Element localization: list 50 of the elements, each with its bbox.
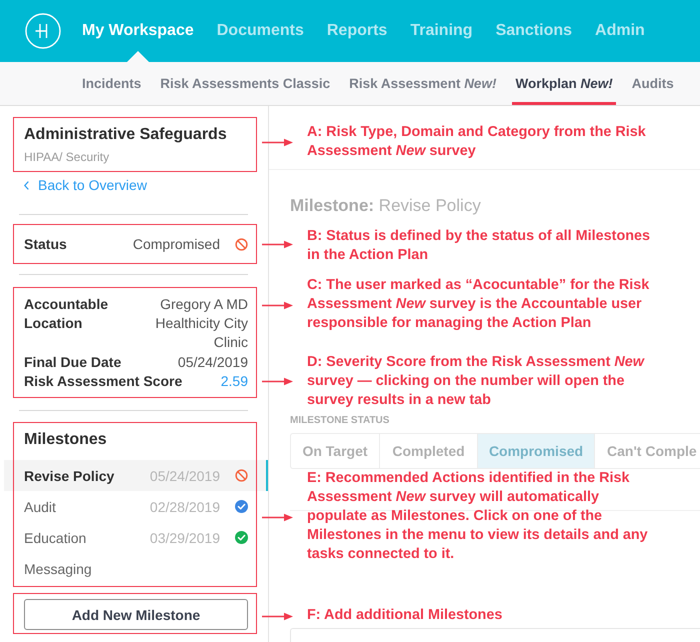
title-field[interactable] [290, 628, 700, 642]
section-title: Administrative Safeguards [24, 125, 228, 145]
milestone-heading: Milestone: Revise Policy [290, 195, 481, 217]
callout-arrow [262, 240, 293, 248]
callout-note: C: The user marked as “Acocuntable” for the Risk Assessment New survey is the Accountable user responsible for managing the Action Plan [307, 276, 650, 333]
callout-note: B: Status is defined by the status of all Milestones in the Action Plan [307, 227, 652, 265]
callout-note: F: Add additional Milestones [307, 606, 504, 625]
logo-icon[interactable] [25, 13, 61, 49]
sub-nav-tab[interactable]: Audits [628, 62, 677, 105]
status-value: Compromised [132, 235, 220, 254]
nav-tab[interactable]: Sanctions [496, 0, 572, 62]
milestone-item[interactable]: Messaging [4, 553, 268, 584]
ban-icon [235, 238, 248, 250]
back-link[interactable]: Back to Overview [24, 175, 147, 195]
detail-value: Gregory A MD [160, 295, 248, 314]
nav-tab[interactable]: My Workspace [82, 0, 194, 62]
milestone-item[interactable]: Education 03/29/2019 [4, 522, 268, 554]
callout-note: E: Recommended Actions identified in the Risk Assessment New survey will automatically populate as Milestones. Click on one of the Milestones in the menu to view its details and any tasks connected to it. [307, 469, 649, 564]
detail-label: Final Due Date [24, 352, 122, 372]
sub-nav-tab[interactable]: Risk Assessment New! [346, 62, 500, 105]
nav-tab[interactable]: Admin [595, 0, 645, 62]
section-subtitle: HIPAA/ Security [24, 149, 110, 165]
callout-note: A: Risk Type, Domain and Category from the Risk Assessment New survey [307, 123, 647, 161]
milestone-item[interactable]: Revise Policy 05/24/2019 [4, 460, 268, 492]
callout-arrow [262, 300, 293, 310]
detail-label: Location [24, 314, 82, 334]
field-label: MILESTONE STATUS [290, 414, 390, 428]
add-milestone-button[interactable]: Add New Milestone [24, 599, 248, 630]
detail-value: Healthicity City Clinic [154, 314, 248, 352]
detail-value: 05/24/2019 [178, 352, 248, 372]
detail-label: Risk Assessment Score [24, 372, 182, 391]
status-label: Status [24, 235, 67, 254]
status-option[interactable]: On Target [291, 434, 380, 468]
callout-note: D: Severity Score from the Risk Assessment New survey — clicking on the number will open the survey results in a new tab [307, 353, 646, 410]
score-link[interactable]: 2.59 [220, 372, 248, 392]
nav-tab[interactable]: Reports [326, 0, 388, 62]
callout-arrow [262, 512, 293, 522]
status-option[interactable]: Compromised [478, 434, 595, 468]
milestones-heading: Milestones [24, 430, 108, 450]
chevron-left-icon [24, 180, 29, 190]
nav-tab[interactable]: Documents [216, 0, 304, 62]
callout-arrow [262, 138, 293, 146]
nav-tab[interactable]: Training [410, 0, 473, 62]
detail-label: Accountable [24, 295, 108, 314]
callout-arrow [262, 376, 293, 386]
callout-arrow [262, 612, 293, 620]
status-option[interactable]: Can't Comple [595, 434, 700, 468]
sub-nav-tab[interactable]: Incidents [79, 62, 144, 105]
milestone-item[interactable]: Audit 02/28/2019 [4, 491, 268, 522]
sub-nav-tab[interactable]: Risk Assessments Classic [157, 62, 334, 105]
